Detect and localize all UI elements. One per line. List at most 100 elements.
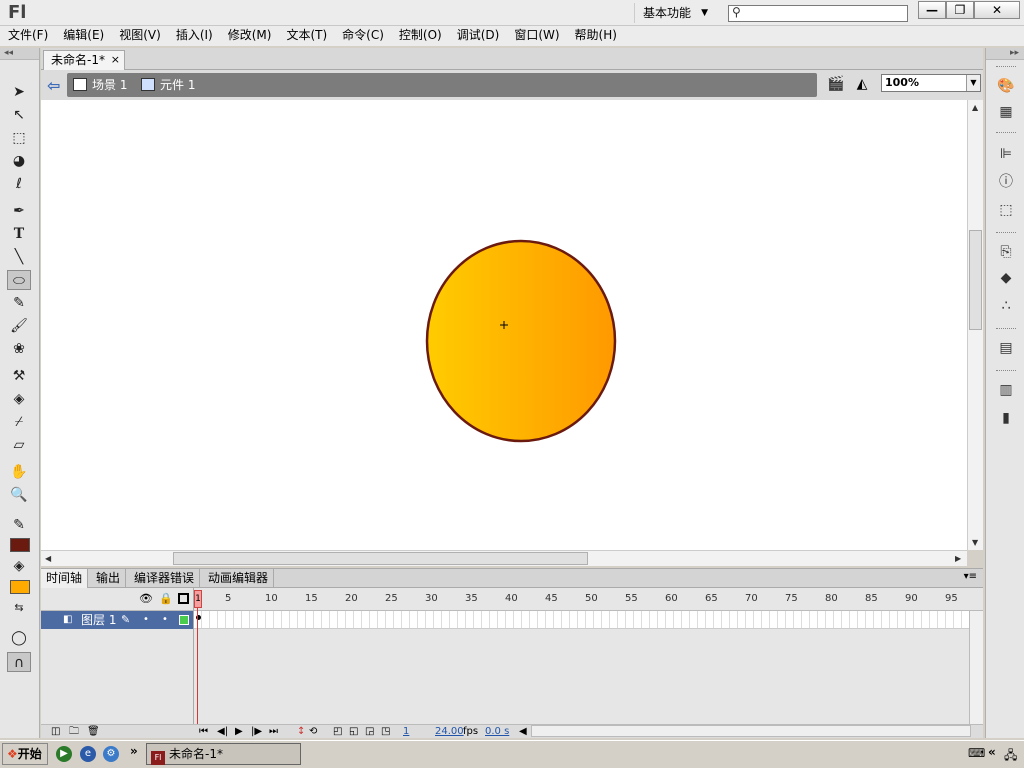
swap-colors-icon[interactable]: ⇆ [7,598,31,618]
align-panel-icon[interactable]: ⊫ [996,144,1016,164]
library-books-icon[interactable]: ▮ [996,408,1016,428]
scroll-up-icon[interactable]: ▲ [972,103,978,112]
onion-skin-icon[interactable]: ◰ [333,725,342,738]
menu-window[interactable]: 窗口(W) [508,26,568,46]
playhead[interactable]: 1 [194,588,202,728]
menu-debug[interactable]: 调试(D) [451,26,509,46]
hand-tool-icon[interactable]: ✋ [7,462,31,482]
new-folder-icon[interactable]: 🗀 [69,725,79,738]
network-icon[interactable]: 🖧 [1004,746,1017,767]
quicklaunch-more-icon[interactable]: » [130,744,138,758]
browser-icon[interactable]: e [80,746,96,762]
brush-tool-icon[interactable]: 🖌 [7,316,31,336]
taskbar-flash-window[interactable]: Fl 未命名-1* [146,743,301,765]
keyboard-icon[interactable]: ⌨ [968,746,985,760]
actions-panel-icon[interactable]: ⎘ [996,242,1016,262]
properties-panel-icon[interactable]: ▥ [996,380,1016,400]
oval-tool-icon[interactable]: ⬭ [7,270,31,290]
eraser-tool-icon[interactable]: ▱ [7,435,31,455]
settings-icon[interactable]: ⚙ [103,746,119,762]
stage-canvas[interactable] [41,100,967,550]
bone-tool-icon[interactable]: ⚒ [7,366,31,386]
orange-circle-shape[interactable] [425,239,617,443]
lasso-tool-icon[interactable]: ℓ [7,174,31,194]
menu-insert[interactable]: 插入(I) [170,26,222,46]
transform-panel-icon[interactable]: ⬚ [996,200,1016,220]
help-search[interactable]: ⚲ [728,5,908,22]
stage-vertical-scrollbar[interactable]: ▲ ▼ [967,100,983,550]
close-button[interactable]: ✕ [974,1,1020,19]
panel-group-grip[interactable] [996,232,1016,235]
menu-control[interactable]: 控制(O) [393,26,451,46]
close-icon[interactable]: × [111,51,120,69]
free-transform-tool-icon[interactable]: ⬚ [7,128,31,148]
edit-symbols-icon[interactable]: ◭ [851,76,873,94]
breadcrumb-scene[interactable]: 场景 1 [73,77,127,93]
color-panel-icon[interactable]: 🎨 [996,76,1016,96]
object-drawing-icon[interactable]: ◯ [7,628,31,648]
menu-view[interactable]: 视图(V) [113,26,170,46]
zoom-tool-icon[interactable]: 🔍 [7,485,31,505]
subselection-tool-icon[interactable]: ↖ [7,105,31,125]
scroll-down-icon[interactable]: ▼ [972,538,978,547]
deco-tool-icon[interactable]: ❀ [7,339,31,359]
step-back-icon[interactable]: ◀| [217,725,228,738]
eye-icon[interactable]: 👁 [139,592,153,605]
play-icon[interactable]: ▶ [235,725,243,738]
visibility-dot[interactable]: • [143,611,149,629]
eyedropper-tool-icon[interactable]: ⌿ [7,412,31,432]
start-button[interactable]: ❖开始 [2,743,48,765]
tab-output[interactable]: 输出 [91,569,127,588]
panel-group-grip[interactable] [996,66,1016,69]
timeline-vertical-scrollbar[interactable] [969,611,983,726]
layer-frames[interactable] [194,611,969,629]
stage-horizontal-scrollbar[interactable]: ◀ ▶ [41,550,967,566]
restore-button[interactable]: ❐ [946,1,974,19]
loop-icon[interactable]: ⟲ [309,725,317,738]
library-panel-icon[interactable]: ▤ [996,338,1016,358]
layer-name[interactable]: 图层 1 [81,611,116,629]
panel-group-grip[interactable] [996,370,1016,373]
line-tool-icon[interactable]: ╲ [7,247,31,267]
scroll-left-icon[interactable]: ◀ [519,725,527,738]
workspace-switcher[interactable]: 基本功能 ▼ [634,3,714,23]
components-panel-icon[interactable]: ◆ [996,268,1016,288]
panel-group-grip[interactable] [996,132,1016,135]
3d-rotation-tool-icon[interactable]: ◕ [7,151,31,171]
layer-row[interactable]: ◧ 图层 1 ✎ • • [41,611,194,629]
scroll-right-icon[interactable]: ▶ [955,554,961,563]
breadcrumb-symbol[interactable]: 元件 1 [141,77,195,93]
onion-outline-icon[interactable]: ◱ [349,725,358,738]
timeline-horizontal-scrollbar[interactable] [531,725,971,737]
fps-readout[interactable]: 24.00 [435,725,464,738]
snap-to-objects-icon[interactable]: ∩ [7,652,31,672]
chevron-down-icon[interactable]: ▼ [966,75,980,91]
menu-modify[interactable]: 修改(M) [222,26,281,46]
motion-presets-icon[interactable]: ∴ [996,296,1016,316]
modify-markers-icon[interactable]: ◳ [381,725,390,738]
paint-bucket-tool-icon[interactable]: ◈ [7,389,31,409]
center-frame-icon[interactable]: ↕ [297,725,305,738]
scroll-thumb[interactable] [173,552,588,565]
menu-text[interactable]: 文本(T) [280,26,336,46]
info-panel-icon[interactable]: ⓘ [996,172,1016,192]
playhead-head[interactable]: 1 [194,590,202,608]
last-frame-icon[interactable]: ⏭ [269,725,278,738]
media-player-icon[interactable]: ▶ [56,746,72,762]
lock-dot[interactable]: • [162,611,168,629]
layer-outline-color[interactable] [179,615,189,625]
collapse-right-icon[interactable]: ▸▸ [986,48,1024,60]
tab-compiler-errors[interactable]: 编译器错误 [129,569,201,588]
step-forward-icon[interactable]: |▶ [251,725,262,738]
search-input[interactable] [747,6,905,21]
text-tool-icon[interactable]: T [7,224,31,244]
menu-commands[interactable]: 命令(C) [336,26,393,46]
first-frame-icon[interactable]: ⏮ [199,725,208,738]
menu-file[interactable]: 文件(F) [2,26,57,46]
outline-icon[interactable] [178,593,189,604]
zoom-select[interactable]: 100% ▼ [881,74,981,92]
swatches-panel-icon[interactable]: ▦ [996,102,1016,122]
tab-timeline[interactable]: 时间轴 [41,569,89,588]
stroke-color-swatch[interactable] [10,538,30,552]
pen-tool-icon[interactable]: ✒ [7,201,31,221]
